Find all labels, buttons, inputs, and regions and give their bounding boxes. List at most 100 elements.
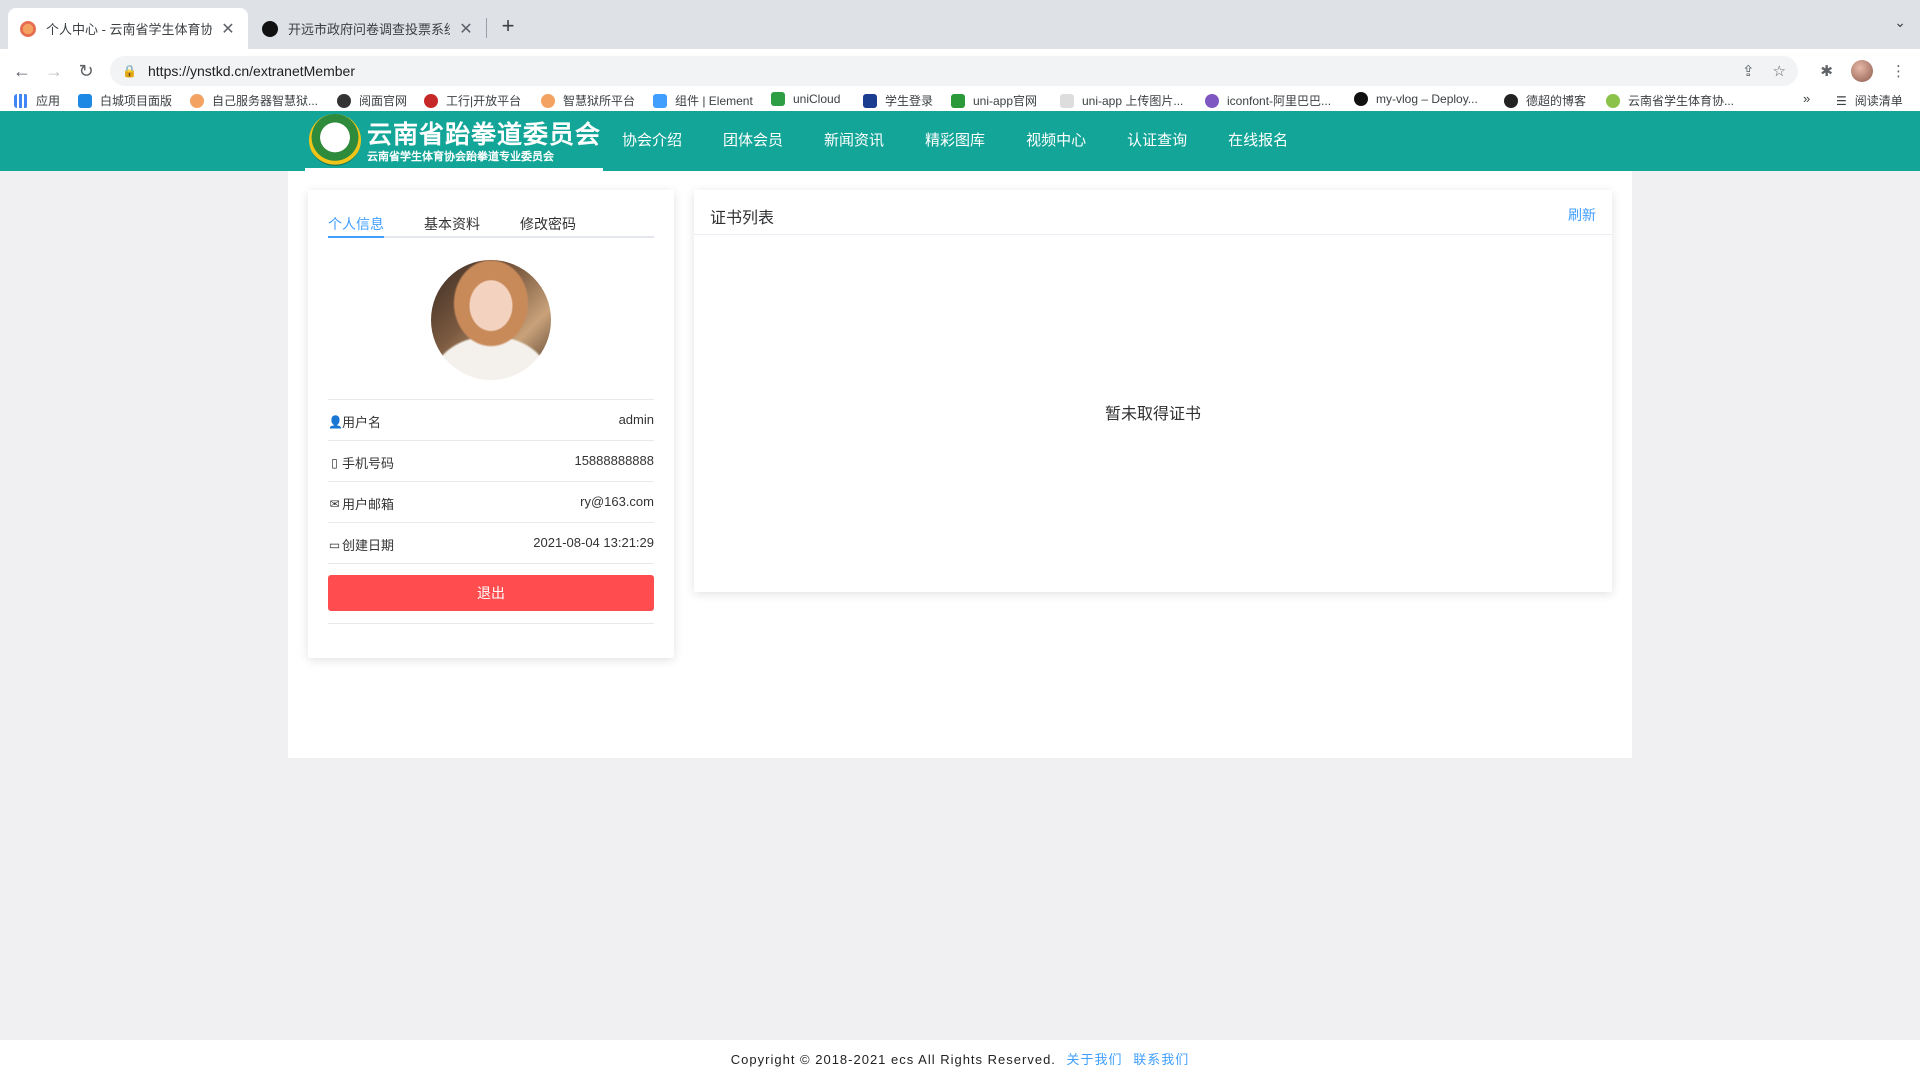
bookmark-label: iconfont-阿里巴巴... [1227,94,1332,108]
chevron-down-icon[interactable]: ⌄ [1894,14,1906,31]
bookmark-icon [951,93,965,108]
tab-divider [486,18,487,38]
browser-toolbar: ← → ↻ 🔒 https://ynstkd.cn/extranetMember… [0,49,1920,91]
reload-icon[interactable]: ↻ [72,57,100,85]
site-favicon-icon [262,20,278,37]
bookmark-item[interactable]: 应用 [14,92,60,109]
calendar-icon: ▭ [328,537,341,552]
nav-item-gallery[interactable]: 精彩图库 [925,111,985,171]
about-us-link[interactable]: 关于我们 [1067,1052,1123,1067]
user-icon: 👤 [328,414,343,429]
back-arrow-icon[interactable]: ← [8,57,36,85]
star-icon[interactable]: ☆ [1773,62,1786,80]
tab-change-password[interactable]: 修改密码 [520,214,576,234]
bookmark-item[interactable]: 德超的博客 [1504,92,1586,109]
nav-item-members[interactable]: 团体会员 [723,111,783,171]
bookmark-label: 工行|开放平台 [446,94,522,108]
bookmark-label: 阅面官网 [359,94,408,108]
new-tab-plus-icon[interactable]: + [496,14,520,38]
profile-avatar[interactable] [1851,60,1873,82]
copyright-text: Copyright © 2018-2021 ecs All Rights Res… [730,1052,1056,1067]
association-emblem-icon [309,114,361,166]
info-row-email: ✉ 用户邮箱 ry@163.com [328,482,654,523]
lock-icon: 🔒 [122,64,137,78]
bookmark-icon [1060,93,1074,108]
refresh-button[interactable]: 刷新 [1568,205,1596,225]
empty-state-text: 暂未取得证书 [1104,406,1201,423]
bookmark-icon [541,93,555,108]
bookmark-item[interactable]: iconfont-阿里巴巴... [1205,92,1331,109]
divider [328,623,654,624]
close-icon[interactable]: ✕ [220,19,236,39]
profile-tabs: 个人信息 基本资料 修改密码 [328,214,654,238]
bookmark-item[interactable]: 白城项目面版 [78,92,172,109]
info-row-created: ▭ 创建日期 2021-08-04 13:21:29 [328,523,654,564]
bookmark-item[interactable]: 工行|开放平台 [424,92,521,109]
info-label: 用户名 [342,415,382,430]
bookmark-item[interactable]: 组件 | Element [653,92,753,109]
kebab-menu-icon[interactable]: ⋮ [1891,62,1906,80]
bookmark-item[interactable]: 智慧狱所平台 [541,92,635,109]
reading-list-icon: ☰ [1836,93,1847,108]
bookmark-icon [771,92,785,106]
share-icon[interactable]: ⇪ [1742,62,1755,80]
bookmark-item[interactable]: 阅面官网 [337,92,407,109]
browser-tab-active[interactable]: 个人中心 - 云南省学生体育协会 ✕ [8,8,248,49]
info-value: 15888888888 [574,453,654,468]
tab-title: 开远市政府问卷调查投票系统 | 新 [288,22,450,37]
phone-icon: ▯ [331,455,338,470]
info-label: 用户邮箱 [342,497,395,512]
site-logo[interactable]: 云南省跆拳道委员会 云南省学生体育协会跆拳道专业委员会 [305,111,603,171]
bookmark-label: 学生登录 [885,94,934,108]
logo-title: 云南省跆拳道委员会 [367,121,602,149]
bookmark-item[interactable]: my-vlog – Deploy... [1354,92,1478,106]
bookmark-label: 云南省学生体育协... [1628,94,1735,108]
tab-basic-profile[interactable]: 基本资料 [424,214,480,234]
bookmark-label: 智慧狱所平台 [563,94,636,108]
contact-us-link[interactable]: 联系我们 [1133,1052,1189,1067]
bookmark-item[interactable]: 学生登录 [863,92,933,109]
bookmark-label: uniCloud [793,92,841,106]
site-header: 云南省跆拳道委员会 云南省学生体育协会跆拳道专业委员会 协会介绍 团体会员 新闻… [0,111,1920,171]
address-bar[interactable]: 🔒 https://ynstkd.cn/extranetMember ⇪ ☆ [110,56,1798,86]
info-value: ry@163.com [580,494,654,509]
bookmark-icon [1606,93,1620,108]
reading-list-button[interactable]: ☰ 阅读清单 [1836,92,1903,109]
reading-list-label: 阅读清单 [1854,94,1903,108]
logout-button[interactable]: 退出 [328,575,654,611]
tab-personal-info[interactable]: 个人信息 [328,214,384,234]
close-icon[interactable]: ✕ [458,19,474,39]
info-label: 创建日期 [342,538,395,553]
bookmarks-bar: 应用 白城项目面版 自己服务器智慧狱... 阅面官网 工行|开放平台 智慧狱所平… [0,91,1920,112]
bookmark-item[interactable]: uni-app官网 [951,92,1037,109]
bookmark-icon [78,93,92,108]
certificate-list-title: 证书列表 [710,210,775,227]
extensions-puzzle-icon[interactable]: ✱ [1820,62,1833,80]
apps-grid-icon [14,93,28,108]
nav-item-registration[interactable]: 在线报名 [1228,111,1288,171]
info-value: admin [618,412,654,427]
info-row-username: 👤 用户名 admin [328,400,654,441]
main-nav: 协会介绍 团体会员 新闻资讯 精彩图库 视频中心 认证查询 在线报名 [622,111,1329,171]
nav-item-videos[interactable]: 视频中心 [1026,111,1086,171]
bookmark-icon [337,93,351,108]
url-text: https://ynstkd.cn/extranetMember [148,63,355,79]
bookmark-label: 白城项目面版 [100,94,173,108]
bookmark-icon [1504,93,1518,108]
browser-tab[interactable]: 开远市政府问卷调查投票系统 | 新 ✕ [250,8,486,49]
double-chevron-right-icon[interactable]: » [1803,91,1810,106]
bookmark-label: 自己服务器智慧狱... [212,94,319,108]
nav-item-certification[interactable]: 认证查询 [1127,111,1187,171]
avatar [431,260,551,380]
bookmark-label: uni-app官网 [973,94,1038,108]
bookmark-icon [863,93,877,108]
bookmark-item[interactable]: 自己服务器智慧狱... [190,92,318,109]
bookmark-item[interactable]: 云南省学生体育协... [1606,92,1734,109]
bookmark-item[interactable]: uniCloud [771,92,840,106]
forward-arrow-icon[interactable]: → [40,57,68,85]
bookmark-icon [190,93,204,108]
nav-item-news[interactable]: 新闻资讯 [824,111,884,171]
bookmark-item[interactable]: uni-app 上传图片... [1060,92,1183,109]
mail-icon: ✉ [329,496,340,511]
nav-item-about[interactable]: 协会介绍 [622,111,682,171]
